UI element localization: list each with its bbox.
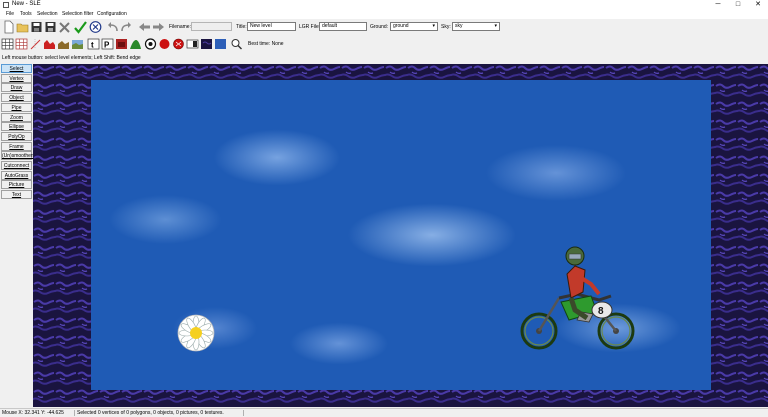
menu-selection-filter[interactable]: Selection filter — [62, 11, 93, 17]
grid-icon[interactable] — [1, 37, 14, 51]
picture-icon[interactable]: P — [101, 37, 114, 51]
play-icon[interactable] — [89, 20, 102, 34]
mode-zoom-button[interactable]: Zoom — [1, 112, 32, 122]
show-pictures-icon[interactable] — [186, 37, 199, 51]
filename-field[interactable] — [191, 22, 232, 31]
ground-label: Ground: — [370, 24, 389, 30]
open-folder-icon[interactable] — [16, 20, 29, 34]
svg-text:t: t — [91, 41, 94, 50]
mode-autograss-button[interactable]: AutoGrass — [1, 170, 32, 180]
status-divider — [243, 410, 244, 416]
save-icon[interactable] — [30, 20, 43, 34]
menu-tools[interactable]: Tools — [20, 11, 32, 17]
background-icon[interactable] — [200, 37, 213, 51]
text-icon[interactable]: t — [87, 37, 100, 51]
ground-select-value: ground — [393, 23, 409, 29]
toolbar-view: t P — [0, 36, 768, 52]
best-time-text: Best time: None — [248, 41, 284, 47]
mode-select-button[interactable]: Select — [1, 64, 32, 73]
grid-snap-icon[interactable] — [15, 37, 28, 51]
sky-select-value: sky — [455, 23, 463, 29]
mode-draw-button[interactable]: Draw — [1, 83, 32, 93]
menu-selection[interactable]: Selection — [37, 11, 58, 17]
mode-cutconnect-button[interactable]: Cutconnect — [1, 161, 32, 170]
menu-configuration[interactable]: Configuration — [97, 11, 127, 17]
title-field[interactable]: New level — [247, 22, 296, 31]
ground-select[interactable]: ground ▾ — [390, 22, 438, 31]
lgr-file-label: LGR File: — [299, 24, 321, 30]
new-file-icon[interactable] — [2, 20, 15, 34]
chevron-down-icon: ▾ — [494, 23, 497, 29]
mode-object-button[interactable]: Object — [1, 93, 32, 103]
zoom-icon[interactable] — [230, 37, 243, 51]
svg-text:P: P — [104, 41, 110, 50]
killer-icon[interactable] — [144, 37, 157, 51]
sky-select[interactable]: sky ▾ — [452, 22, 500, 31]
minimize-button[interactable]: ─ — [708, 0, 728, 10]
next-level-icon[interactable] — [152, 20, 165, 34]
start-object-icon[interactable] — [158, 37, 171, 51]
window-title: New - SLE — [12, 1, 41, 7]
close-button[interactable]: ✕ — [748, 0, 768, 10]
mode-vertex-button[interactable]: Vertex — [1, 73, 32, 83]
zoom-fill-icon[interactable] — [214, 37, 227, 51]
menu-file[interactable]: File — [6, 11, 14, 17]
mode-frame-button[interactable]: Frame — [1, 141, 32, 151]
check-topology-icon[interactable] — [74, 20, 87, 34]
mode-pipe-button[interactable]: Pipe — [1, 102, 32, 112]
menu-bar: File Tools Selection Selection filter Co… — [0, 10, 768, 19]
redo-icon[interactable] — [120, 20, 133, 34]
chevron-down-icon: ▾ — [432, 23, 435, 29]
toolbar-main: Filename: Title: New level LGR File: def… — [0, 19, 768, 35]
svg-text:8: 8 — [598, 306, 604, 317]
delete-icon[interactable] — [58, 20, 71, 34]
start-bike-object[interactable]: 8 — [519, 240, 637, 352]
filename-label: Filename: — [169, 24, 191, 30]
selection-status: Selected 0 vertices of 0 polygons, 0 obj… — [77, 410, 224, 416]
mode-picture-button[interactable]: Picture — [1, 180, 32, 190]
level-canvas[interactable]: 8 — [33, 64, 768, 407]
save-as-icon[interactable] — [44, 20, 57, 34]
title-label: Title: — [236, 24, 247, 30]
maximize-button[interactable]: □ — [728, 0, 748, 10]
mode-text-button[interactable]: Text — [1, 190, 32, 200]
title-bar: New - SLE ─ □ ✕ — [0, 0, 768, 10]
hint-text: Left mouse button: select level elements… — [2, 55, 141, 61]
flower-object-icon[interactable] — [129, 37, 142, 51]
flower-object[interactable] — [176, 313, 216, 353]
mode-polyop-button[interactable]: PolyOp — [1, 131, 32, 141]
sky-texture-icon[interactable] — [71, 37, 84, 51]
mode-ellipse-button[interactable]: Ellipse — [1, 122, 32, 132]
lgr-file-field[interactable]: default — [319, 22, 367, 31]
mouse-coordinates: Mouse X: 32.341 Y: -44.625 — [2, 410, 64, 416]
mode-panel: Select Vertex Draw Object Pipe Zoom Elli… — [0, 64, 34, 409]
red-polygon-icon[interactable] — [43, 37, 56, 51]
show-objects-icon[interactable] — [172, 37, 185, 51]
app-icon — [3, 2, 9, 8]
ground-texture-icon[interactable] — [57, 37, 70, 51]
mode-unsmoothen-button[interactable]: (Un)smoothen — [1, 151, 34, 161]
previous-level-icon[interactable] — [138, 20, 151, 34]
apple-icon[interactable] — [115, 37, 128, 51]
status-divider — [74, 410, 75, 416]
sky-label: Sky: — [441, 24, 451, 30]
ruler-icon[interactable] — [29, 37, 42, 51]
undo-icon[interactable] — [106, 20, 119, 34]
